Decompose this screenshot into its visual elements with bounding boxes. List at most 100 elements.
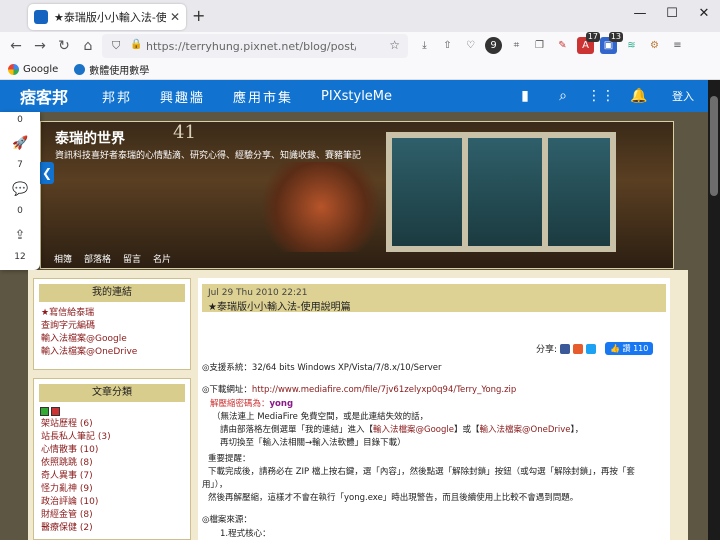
- banner-number: 41: [173, 122, 196, 143]
- rocket-icon[interactable]: 🚀: [12, 136, 28, 152]
- banner-nav: 相簿 部落格 留言 名片: [54, 252, 171, 265]
- scrollbar-thumb[interactable]: [710, 96, 718, 196]
- source-line-1: 1.程式核心：: [220, 529, 271, 539]
- facebook-icon[interactable]: [560, 343, 571, 354]
- nav-interest-wall[interactable]: 興趣牆: [160, 87, 205, 106]
- window-close-button[interactable]: ✕: [694, 6, 714, 21]
- tab-title: ★泰瑞版小小輸入法-使用說明: [54, 11, 166, 24]
- twitter-icon[interactable]: [586, 343, 597, 354]
- lock-icon[interactable]: 🔒: [130, 39, 142, 50]
- unzip-password: yong: [269, 399, 294, 409]
- copy-icon[interactable]: ❐: [531, 37, 548, 54]
- bookmark-google[interactable]: Google: [8, 64, 58, 75]
- pixnet-logo[interactable]: 痞客邦: [0, 84, 80, 108]
- nav-bangbang[interactable]: 邦邦: [102, 87, 132, 106]
- share-count: 12: [14, 252, 26, 262]
- like-count: 0: [17, 115, 23, 125]
- tab-close-button[interactable]: ✕: [170, 10, 180, 24]
- tip-line-3: 然後再解壓縮，這樣才不會在執行「yong.exe」時出現警告，而且後續使用上比較…: [208, 493, 579, 503]
- note-link-google[interactable]: 輸入法檔案@Google: [373, 425, 454, 435]
- note-link-onedrive[interactable]: 輸入法檔案@OneDrive: [480, 425, 571, 435]
- blog-title[interactable]: 泰瑞的世界: [55, 128, 125, 148]
- pen-icon[interactable]: ✎: [554, 37, 571, 54]
- note-line-2: 請由部落格左側選單「我的連結」進入【輸入法檔案@Google】或【輸入法檔案@O…: [220, 425, 584, 435]
- search-icon[interactable]: ⌕: [544, 88, 582, 104]
- apps-grid-icon[interactable]: ⋮⋮: [582, 88, 620, 104]
- bookmark-math[interactable]: 數體使用數學: [74, 62, 149, 77]
- category-item[interactable]: 站長私人筆記 (3): [34, 431, 190, 444]
- support-text: ◎支援系統：32/64 bits Windows XP/Vista/7/8.x/…: [202, 363, 442, 373]
- bell-icon[interactable]: 🔔: [620, 88, 658, 104]
- comment-icon[interactable]: 💬: [12, 182, 28, 198]
- bookmark-icon[interactable]: ▮: [506, 88, 544, 104]
- translate-icon[interactable]: ≋: [623, 37, 640, 54]
- pixnet-favicon-icon: [34, 10, 48, 24]
- collapse-arrow-icon[interactable]: ❮: [40, 162, 54, 184]
- post-date: Jul 29 Thu 2010 22:21: [208, 288, 308, 298]
- header-actions: ▮ ⌕ ⋮⋮ 🔔 登入: [506, 80, 708, 112]
- pocket-icon[interactable]: ♡: [462, 37, 479, 54]
- blog-banner: 41: [40, 121, 674, 269]
- minimize-button[interactable]: —: [630, 6, 650, 21]
- link-mail[interactable]: ★寫信給泰瑞: [34, 307, 190, 320]
- banner-window: [386, 132, 616, 252]
- unzip-line: 解壓縮密碼為：yong: [210, 399, 294, 409]
- abp-icon[interactable]: A 17: [577, 32, 600, 54]
- login-button[interactable]: 登入: [658, 88, 708, 104]
- my-links-box: 我的連結 ★寫信給泰瑞 查詢字元編碼 輸入法檔案@Google 輸入法檔案@On…: [33, 278, 191, 370]
- my-links-title: 我的連結: [39, 284, 185, 302]
- category-item[interactable]: 心情散事 (10): [34, 444, 190, 457]
- extension-icons: ⤓ ⇧ ♡ 9 ⌗ ❐ ✎ A 17 ▣ 13 ≋ ⚙ ≡: [416, 32, 686, 54]
- maximize-button[interactable]: ☐: [662, 6, 682, 21]
- category-item[interactable]: 醫療保健 (2): [34, 522, 190, 535]
- social-panel: 0 🚀 7 💬 0 ⇪ 12: [0, 112, 40, 270]
- push-count: 7: [17, 160, 23, 170]
- menu-icon[interactable]: ≡: [669, 37, 686, 54]
- share-icon[interactable]: ⇪: [12, 228, 28, 244]
- banner-nav-profile[interactable]: 名片: [153, 252, 171, 265]
- categories-box: 文章分類 架站歷程 (6) 站長私人筆記 (3) 心情散事 (10) 依照跳跳 …: [33, 378, 191, 540]
- nav-app-market[interactable]: 應用市集: [233, 87, 293, 106]
- banner-nav-guestbook[interactable]: 留言: [123, 252, 141, 265]
- facebook-like-button[interactable]: 👍 讚 110: [605, 342, 654, 355]
- category-item[interactable]: 架站歷程 (6): [34, 418, 190, 431]
- extension-circle-icon[interactable]: 9: [485, 37, 502, 54]
- plurk-icon[interactable]: [573, 343, 584, 354]
- category-item[interactable]: 財經金管 (8): [34, 509, 190, 522]
- browser-tab-active[interactable]: ★泰瑞版小小輸入法-使用說明 ✕: [28, 4, 186, 30]
- tip-line-1: 下載完成後，請務必在 ZIP 檔上按右鍵，選「內容」，然後點選「解除封鎖」按鈕（…: [208, 467, 635, 477]
- note-line-3: 再切換至「輸入法相關→輸入法軟體」目錄下載）: [220, 438, 406, 448]
- category-item[interactable]: 依照跳跳 (8): [34, 457, 190, 470]
- back-arrow-icon[interactable]: ←: [4, 38, 28, 54]
- post-header: Jul 29 Thu 2010 22:21 ★泰瑞版小小輸入法-使用說明篇: [202, 284, 666, 313]
- banner-nav-blog[interactable]: 部落格: [84, 252, 111, 265]
- category-item[interactable]: 政治評論 (10): [34, 496, 190, 509]
- collapse-all-icon[interactable]: [51, 407, 60, 416]
- shield-icon[interactable]: ⛉: [112, 39, 120, 53]
- expand-all-icon[interactable]: [40, 407, 49, 416]
- home-icon[interactable]: ⌂: [76, 38, 100, 54]
- share-icon[interactable]: ⇧: [439, 37, 456, 54]
- category-item[interactable]: 奇人異事 (7): [34, 470, 190, 483]
- download-link[interactable]: http://www.mediafire.com/file/7jv61zelyx…: [252, 385, 516, 395]
- address-bar[interactable]: ⛉ 🔒 https://terryhung.pixnet.net/blog/po…: [102, 34, 408, 58]
- link-google[interactable]: 輸入法檔案@Google: [34, 333, 190, 346]
- blog-post: Jul 29 Thu 2010 22:21 ★泰瑞版小小輸入法-使用說明篇 分享…: [198, 278, 670, 540]
- forward-arrow-icon[interactable]: →: [28, 38, 52, 54]
- important-heading: 重要提醒：: [208, 454, 251, 464]
- banner-nav-album[interactable]: 相簿: [54, 252, 72, 265]
- url-text[interactable]: https://terryhung.pixnet.net/blog/post/2…: [146, 40, 356, 53]
- crop-icon[interactable]: ⌗: [508, 37, 525, 54]
- link-onedrive[interactable]: 輸入法檔案@OneDrive: [34, 346, 190, 359]
- link-charcode[interactable]: 查詢字元編碼: [34, 320, 190, 333]
- comment-count: 0: [17, 206, 23, 216]
- reload-icon[interactable]: ↻: [52, 38, 76, 54]
- nav-pixstyleme[interactable]: PIXstyleMe: [321, 89, 392, 104]
- post-title[interactable]: ★泰瑞版小小輸入法-使用說明篇: [208, 298, 660, 313]
- gear-icon[interactable]: ⚙: [646, 37, 663, 54]
- bookmark-star-icon[interactable]: ☆: [389, 38, 400, 52]
- extension-badge-icon[interactable]: ▣ 13: [600, 32, 623, 54]
- new-tab-button[interactable]: +: [192, 6, 205, 25]
- download-icon[interactable]: ⤓: [416, 37, 433, 54]
- category-item[interactable]: 怪力亂神 (9): [34, 483, 190, 496]
